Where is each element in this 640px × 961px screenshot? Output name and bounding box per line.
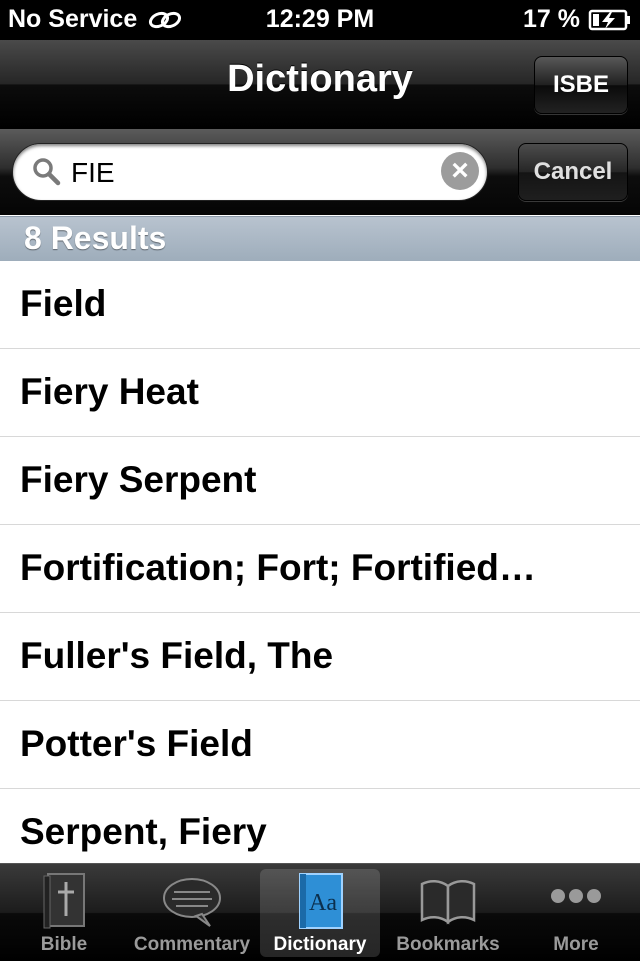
list-item[interactable]: Fortification; Fort; Fortified… bbox=[0, 525, 640, 613]
list-item-label: Potter's Field bbox=[20, 723, 253, 764]
search-field[interactable]: FIE × bbox=[12, 143, 488, 201]
bible-icon bbox=[43, 873, 85, 929]
status-bar: No Service 12:29 PM 17 % bbox=[0, 0, 640, 40]
tab-more[interactable]: More bbox=[512, 864, 640, 961]
list-item[interactable]: Fuller's Field, The bbox=[0, 613, 640, 701]
list-item-label: Field bbox=[20, 283, 107, 324]
search-input[interactable]: FIE bbox=[71, 157, 115, 189]
tab-label: Bible bbox=[40, 934, 88, 955]
dictionary-icon: Aa bbox=[299, 873, 343, 929]
results-header: 8 Results bbox=[0, 216, 640, 262]
list-item[interactable]: Serpent, Fiery bbox=[0, 789, 640, 863]
tab-bar: Bible Commentary Aa Dictionary Bookmarks bbox=[0, 863, 640, 961]
list-item-label: Serpent, Fiery bbox=[20, 811, 267, 852]
list-item-label: Fortification; Fort; Fortified… bbox=[20, 547, 536, 588]
tab-label: Commentary bbox=[133, 934, 251, 955]
list-item-label: Fiery Serpent bbox=[20, 459, 257, 500]
speech-bubble-icon bbox=[163, 878, 221, 927]
tab-bookmarks[interactable]: Bookmarks bbox=[384, 864, 512, 961]
list-item[interactable]: Potter's Field bbox=[0, 701, 640, 789]
list-item[interactable]: Field bbox=[0, 261, 640, 349]
svg-text:Aa: Aa bbox=[309, 890, 337, 916]
tab-label: More bbox=[553, 934, 599, 955]
status-right: 17 % bbox=[523, 5, 632, 34]
search-bar: FIE × Cancel bbox=[0, 129, 640, 215]
tab-commentary[interactable]: Commentary bbox=[128, 864, 256, 961]
open-book-icon bbox=[420, 880, 476, 925]
isbe-button[interactable]: ISBE bbox=[534, 56, 628, 114]
battery-charging-icon bbox=[588, 9, 630, 30]
list-item-label: Fiery Heat bbox=[20, 371, 199, 412]
more-dots-icon bbox=[551, 889, 601, 903]
results-list: Field Fiery Heat Fiery Serpent Fortifica… bbox=[0, 261, 640, 863]
list-item-label: Fuller's Field, The bbox=[20, 635, 334, 676]
tab-dictionary[interactable]: Aa Dictionary bbox=[256, 864, 384, 961]
tab-label: Bookmarks bbox=[396, 934, 500, 955]
list-item[interactable]: Fiery Heat bbox=[0, 349, 640, 437]
tab-label: Dictionary bbox=[273, 934, 367, 955]
cancel-button[interactable]: Cancel bbox=[518, 143, 628, 201]
list-item[interactable]: Fiery Serpent bbox=[0, 437, 640, 525]
search-icon bbox=[33, 158, 61, 186]
clear-search-icon[interactable]: × bbox=[441, 152, 479, 190]
navigation-bar: Dictionary ISBE bbox=[0, 40, 640, 129]
results-count: 8 Results bbox=[24, 220, 167, 256]
tab-bible[interactable]: Bible bbox=[0, 864, 128, 961]
battery-percent: 17 % bbox=[523, 5, 580, 33]
